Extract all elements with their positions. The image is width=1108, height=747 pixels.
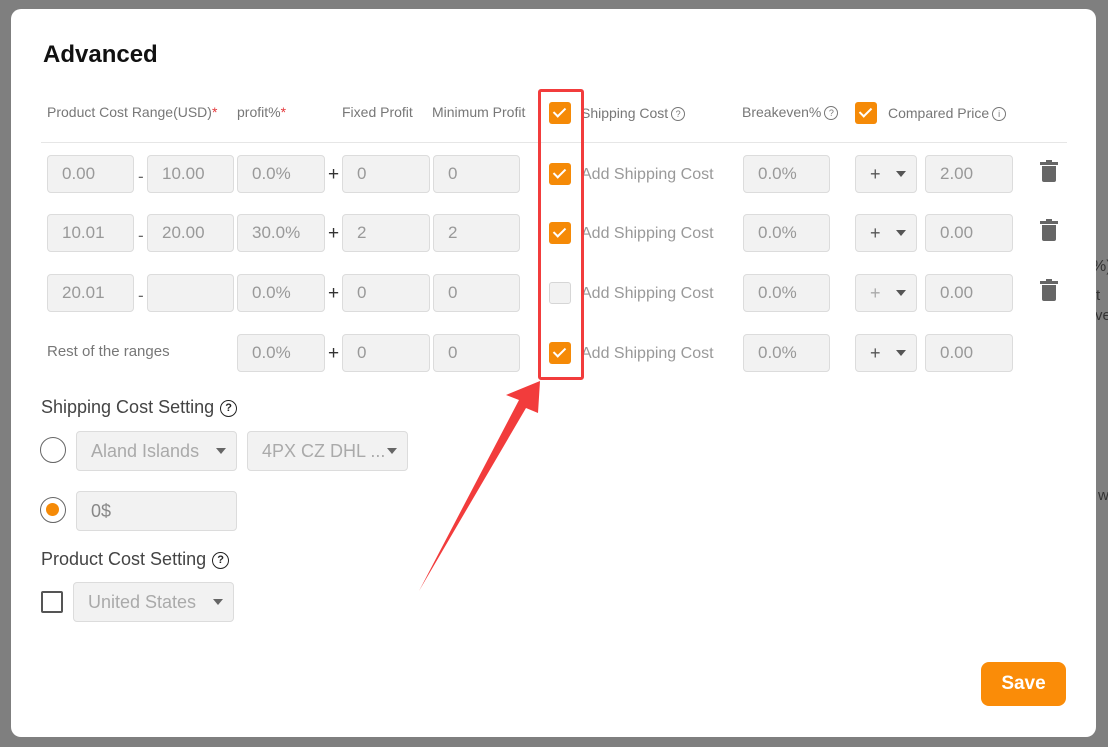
advanced-modal: Advanced Product Cost Range(USD)* profit… [11,9,1096,737]
background-text: t [1096,287,1101,304]
background-text: w [1098,487,1108,504]
background-text: ve [1095,307,1108,324]
annotation-arrow [419,381,540,591]
annotation-arrow-shape [419,381,540,591]
